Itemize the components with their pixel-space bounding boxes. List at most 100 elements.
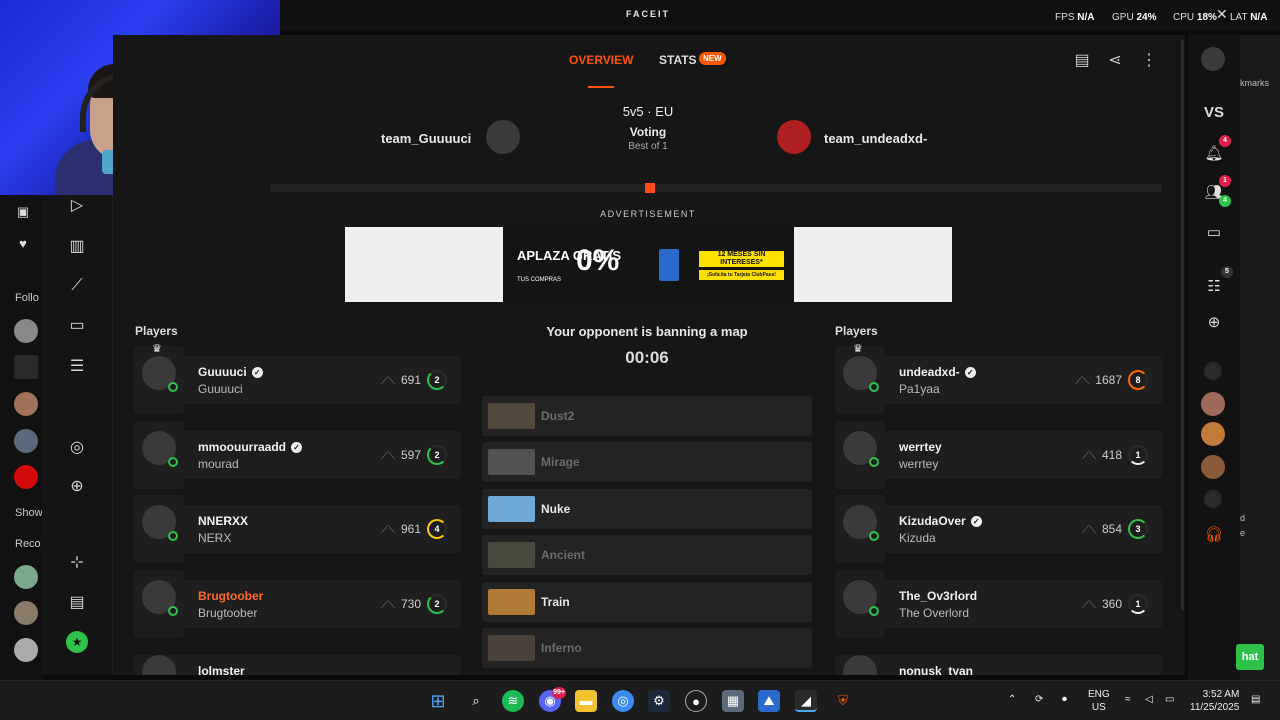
player-avatar-card[interactable] [134,655,184,675]
headset-icon[interactable]: 🎧︎ [1204,525,1224,545]
player-nickname[interactable]: lolmster [198,664,245,675]
player-nickname[interactable]: undeadxd- ✓ [899,365,976,379]
player-row[interactable]: NNERXX NERX ⟋⟍ 961 4 [134,495,461,563]
channel-avatar[interactable] [14,638,38,662]
photos-icon[interactable]: ⛰ [758,690,780,712]
stats-chart-icon[interactable]: ⟋ [66,275,88,297]
channel-avatar[interactable] [14,319,38,343]
add-friend-icon[interactable]: ⊕ [1204,313,1224,333]
shield-icon[interactable]: ⛨ [832,690,854,712]
close-icon[interactable]: ✕ [1216,6,1228,23]
party-icon[interactable]: ☷ [1204,277,1224,297]
friend-avatar[interactable] [1204,362,1222,380]
player-avatar-card[interactable] [835,421,885,489]
player-avatar[interactable] [142,431,178,467]
tab-overview[interactable]: OVERVIEW [569,53,633,67]
share-icon[interactable]: ⋖ [1105,52,1125,70]
player-nickname[interactable]: KizudaOver ✓ [899,514,982,528]
steam-icon[interactable]: ⚙ [648,690,670,712]
player-avatar[interactable] [142,505,178,541]
player-nickname[interactable]: Brugtoober [198,589,263,603]
player-avatar-card[interactable]: ♛ [134,343,184,414]
player-nickname[interactable]: werrtey [899,440,942,454]
player-avatar-card[interactable] [134,421,184,489]
player-row[interactable]: lolmster [134,655,461,675]
player-nickname[interactable]: mmoouurraadd ✓ [198,440,303,454]
map-option-nuke[interactable]: Nuke [482,489,812,529]
team1-avatar[interactable] [486,120,520,154]
player-row[interactable]: Brugtoober Brugtoober ⟋⟍ 730 2 [134,570,461,638]
channel-avatar[interactable] [14,355,38,379]
app-icon[interactable]: ▦ [722,690,744,712]
player-avatar[interactable] [142,356,178,392]
video-icon[interactable]: ▭ [66,315,88,337]
faceit-app-icon[interactable]: ◢ [795,690,817,712]
player-row[interactable]: The_Ov3rlord The Overlord ⟋⟍ 360 1 [835,570,1162,638]
friend-avatar[interactable] [1201,392,1225,416]
channel-avatar[interactable] [14,601,38,625]
channel-avatar[interactable] [14,392,38,416]
obs-icon[interactable]: ● [685,690,707,712]
ad-banner[interactable]: APLAZA GRATIS TUS COMPRAS 0% 12 MESES SI… [503,227,794,302]
bell-icon[interactable]: 🔔︎ [1204,144,1224,164]
channel-avatar[interactable] [14,429,38,453]
player-row[interactable]: werrtey werrtey ⟋⟍ 418 1 [835,421,1162,489]
more-options-icon[interactable]: ⋮ [1139,52,1159,70]
friend-avatar[interactable] [1201,455,1225,479]
premium-icon[interactable]: ★ [66,631,88,653]
team2-name[interactable]: team_undeadxd- [824,131,927,146]
search-icon[interactable]: ⌕ [465,690,487,712]
player-row[interactable]: ♛ undeadxd- ✓ Pa1yaa ⟋⟍ 1687 8 [835,343,1162,414]
battery-icon[interactable]: ▭ [1165,693,1174,706]
messages-icon[interactable]: ▭ [1204,223,1224,243]
spotify-icon[interactable]: ≋ [502,690,524,712]
player-avatar-card[interactable] [835,495,885,563]
player-nickname[interactable]: The_Ov3rlord [899,589,977,603]
team1-name[interactable]: team_Guuuuci [381,131,471,146]
chat-button[interactable]: hat [1236,644,1264,670]
player-avatar[interactable] [843,356,879,392]
sync-icon[interactable]: ⟳ [1035,693,1043,706]
chrome-icon[interactable]: ◎ [612,690,634,712]
advertisement[interactable]: APLAZA GRATIS TUS COMPRAS 0% 12 MESES SI… [345,227,952,302]
mic-icon[interactable]: ⏺ [1062,693,1067,706]
scrollbar[interactable] [1181,40,1184,610]
player-avatar[interactable] [843,431,879,467]
player-nickname[interactable]: Guuuuci ✓ [198,365,263,379]
leaderboard-icon[interactable]: ▥ [66,236,88,258]
play-icon[interactable]: ▷ [66,195,88,217]
team2-avatar[interactable] [777,120,811,154]
wifi-icon[interactable]: ≈ [1125,693,1131,706]
player-nickname[interactable]: nonusk_tyan [899,664,973,675]
clubs-icon[interactable]: ◎ [66,437,88,459]
heart-icon[interactable]: ♥ [14,235,32,253]
player-avatar[interactable] [142,580,178,616]
volume-icon[interactable]: ◁ [1145,693,1153,706]
player-avatar[interactable] [843,505,879,541]
map-option-train[interactable]: Train [482,582,812,622]
tray-chevron-icon[interactable]: ⌃ [1008,693,1016,706]
friend-avatar[interactable] [1204,490,1222,508]
player-avatar-card[interactable] [134,495,184,563]
player-avatar-card[interactable] [134,570,184,638]
subscriptions-icon[interactable]: ▣ [14,203,32,221]
show-more-link[interactable]: Show [15,507,43,519]
player-avatar-card[interactable] [835,570,885,638]
add-icon[interactable]: ⊕ [66,476,88,498]
player-avatar-card[interactable] [835,655,885,675]
chat-icon[interactable]: ▤ [1072,52,1092,70]
player-row[interactable]: KizudaOver ✓ Kizuda ⟋⟍ 854 3 [835,495,1162,563]
player-avatar[interactable] [843,580,879,616]
file-explorer-icon[interactable]: ▬ [575,690,597,712]
channel-avatar[interactable] [14,565,38,589]
tab-stats[interactable]: STATS [659,53,697,67]
player-row[interactable]: mmoouurraadd ✓ mourad ⟋⟍ 597 2 [134,421,461,489]
player-row[interactable]: nonusk_tyan [835,655,1162,675]
channel-avatar[interactable] [14,465,38,489]
windows-start-icon[interactable]: ⊞ [427,690,449,712]
friend-avatar[interactable] [1201,422,1225,446]
notifications-icon[interactable]: ▤ [1251,693,1260,706]
clock[interactable]: 3:52 AM 11/25/2025 [1190,688,1239,714]
profile-avatar[interactable] [1201,47,1225,71]
shop-icon[interactable]: ▤ [66,592,88,614]
